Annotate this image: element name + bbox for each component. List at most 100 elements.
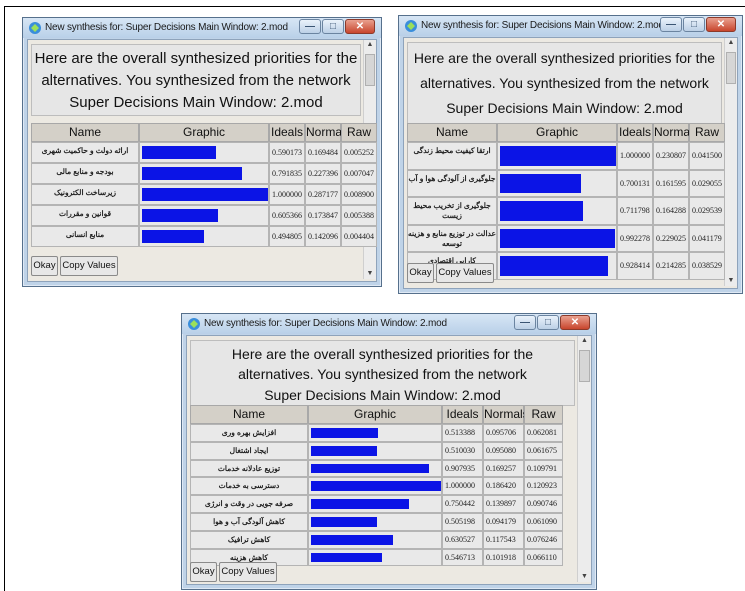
normals-value: 0.095080	[483, 441, 524, 460]
normals-value: 0.117543	[483, 530, 524, 549]
scroll-thumb[interactable]	[365, 54, 375, 86]
alternative-name: جلوگیری از تخریب محیط زیست	[407, 197, 497, 225]
close-icon: ✕	[716, 19, 726, 30]
normals-value: 0.169484	[305, 142, 341, 163]
ideals-value: 0.992278	[617, 224, 653, 252]
priority-bar	[311, 481, 441, 492]
maximize-button[interactable]: □	[537, 315, 559, 330]
scroll-up-icon[interactable]: ▲	[725, 38, 737, 48]
priority-bar	[142, 146, 216, 159]
priority-graphic-cell	[139, 163, 269, 184]
alternative-name: بودجه و منابع مالی	[31, 163, 139, 184]
alternative-name: منابع انسانی	[31, 226, 139, 247]
raw-value: 0.120923	[524, 477, 563, 496]
message-line: Here are the overall synthesized priorit…	[231, 346, 534, 362]
message-line: Here are the overall synthesized priorit…	[34, 50, 358, 67]
close-icon: ✕	[355, 21, 365, 32]
close-icon: ✕	[570, 317, 580, 328]
message-line: Here are the overall synthesized priorit…	[413, 50, 716, 66]
column-header-ideals[interactable]: Ideals	[617, 123, 653, 142]
column-header-ideals[interactable]: Ideals	[442, 405, 483, 424]
normals-value: 0.230807	[653, 142, 689, 170]
copy-values-button[interactable]: Copy Values	[436, 263, 494, 283]
ideals-value: 1.000000	[617, 142, 653, 170]
priority-graphic-cell	[308, 530, 442, 549]
scroll-down-icon[interactable]: ▼	[725, 276, 737, 286]
okay-button[interactable]: Okay	[31, 256, 58, 276]
column-header-graphic[interactable]: Graphic	[497, 123, 617, 142]
okay-button[interactable]: Okay	[407, 263, 434, 283]
priority-graphic-cell	[497, 252, 617, 280]
synthesis-app-icon	[404, 19, 418, 33]
normals-value: 0.229025	[653, 224, 689, 252]
ideals-value: 0.750442	[442, 495, 483, 513]
minimize-icon: —	[520, 317, 530, 328]
minimize-icon: —	[666, 19, 676, 30]
ideals-value: 0.928414	[617, 252, 653, 280]
message-line: alternatives. You synthesized from the n…	[238, 366, 527, 383]
priority-graphic-cell	[497, 142, 617, 170]
normals-value: 0.142096	[305, 226, 341, 247]
column-header-normals[interactable]: Normals	[483, 405, 529, 424]
column-header-graphic[interactable]: Graphic	[308, 405, 442, 424]
scroll-down-icon[interactable]: ▼	[578, 572, 591, 582]
column-header-ideals[interactable]: Ideals	[269, 123, 305, 142]
vertical-scrollbar[interactable]: ▲ ▼	[724, 38, 737, 286]
priority-bar	[311, 463, 429, 474]
scroll-thumb[interactable]	[579, 350, 590, 382]
window-title: New synthesis for: Super Decisions Main …	[45, 22, 288, 33]
okay-button[interactable]: Okay	[190, 562, 217, 582]
column-header-raw[interactable]: Raw	[524, 405, 563, 424]
scroll-thumb[interactable]	[726, 52, 736, 84]
alternative-name: دسترسی به خدمات	[190, 477, 308, 496]
window-controls: — □ ✕	[513, 315, 590, 330]
normals-value: 0.095706	[483, 424, 524, 442]
ideals-value: 0.700131	[617, 169, 653, 197]
window-titlebar[interactable]: New synthesis for: Super Decisions Main …	[23, 18, 381, 38]
window-controls: — □ ✕	[659, 17, 736, 32]
priority-graphic-cell	[497, 169, 617, 197]
maximize-button[interactable]: □	[322, 19, 344, 34]
close-button[interactable]: ✕	[345, 19, 375, 34]
priority-bar	[311, 534, 393, 545]
column-header-name[interactable]: Name	[407, 123, 497, 142]
scroll-down-icon[interactable]: ▼	[364, 269, 376, 279]
column-header-normals[interactable]: Normals	[305, 123, 351, 142]
column-header-raw[interactable]: Raw	[341, 123, 377, 142]
priority-graphic-cell	[139, 184, 269, 205]
maximize-button[interactable]: □	[683, 17, 705, 32]
column-header-name[interactable]: Name	[190, 405, 308, 424]
close-button[interactable]: ✕	[706, 17, 736, 32]
minimize-button[interactable]: —	[514, 315, 536, 330]
priority-graphic-cell	[308, 477, 442, 496]
priority-bar	[500, 228, 615, 248]
priority-bar	[311, 499, 409, 509]
close-button[interactable]: ✕	[560, 315, 590, 330]
raw-value: 0.005252	[341, 142, 377, 163]
minimize-button[interactable]: —	[660, 17, 682, 32]
ideals-value: 1.000000	[269, 184, 305, 205]
copy-values-button[interactable]: Copy Values	[219, 562, 277, 582]
minimize-button[interactable]: —	[299, 19, 321, 34]
alternative-name: جلوگیری از آلودگی هوا و آب	[407, 169, 497, 197]
copy-values-button[interactable]: Copy Values	[60, 256, 118, 276]
priority-graphic-cell	[308, 513, 442, 531]
normals-value: 0.139897	[483, 495, 524, 513]
synthesis-window-3: New synthesis for: Super Decisions Main …	[181, 313, 597, 590]
message-line: Super Decisions Main Window: 2.mod	[264, 386, 501, 403]
window-titlebar[interactable]: New synthesis for: Super Decisions Main …	[399, 16, 742, 36]
column-header-raw[interactable]: Raw	[689, 123, 725, 142]
normals-value: 0.287177	[305, 184, 341, 205]
raw-value: 0.061675	[524, 441, 563, 460]
raw-value: 0.007047	[341, 163, 377, 184]
priority-bar	[500, 173, 581, 193]
column-header-graphic[interactable]: Graphic	[139, 123, 269, 142]
column-header-name[interactable]: Name	[31, 123, 139, 142]
alternative-name: کاهش ترافیک	[190, 530, 308, 549]
synthesis-app-icon	[187, 317, 201, 331]
column-header-normals[interactable]: Normals	[653, 123, 699, 142]
scroll-up-icon[interactable]: ▲	[578, 336, 591, 346]
scroll-up-icon[interactable]: ▲	[364, 40, 376, 50]
window-titlebar[interactable]: New synthesis for: Super Decisions Main …	[182, 314, 596, 334]
vertical-scrollbar[interactable]: ▲ ▼	[577, 336, 591, 582]
